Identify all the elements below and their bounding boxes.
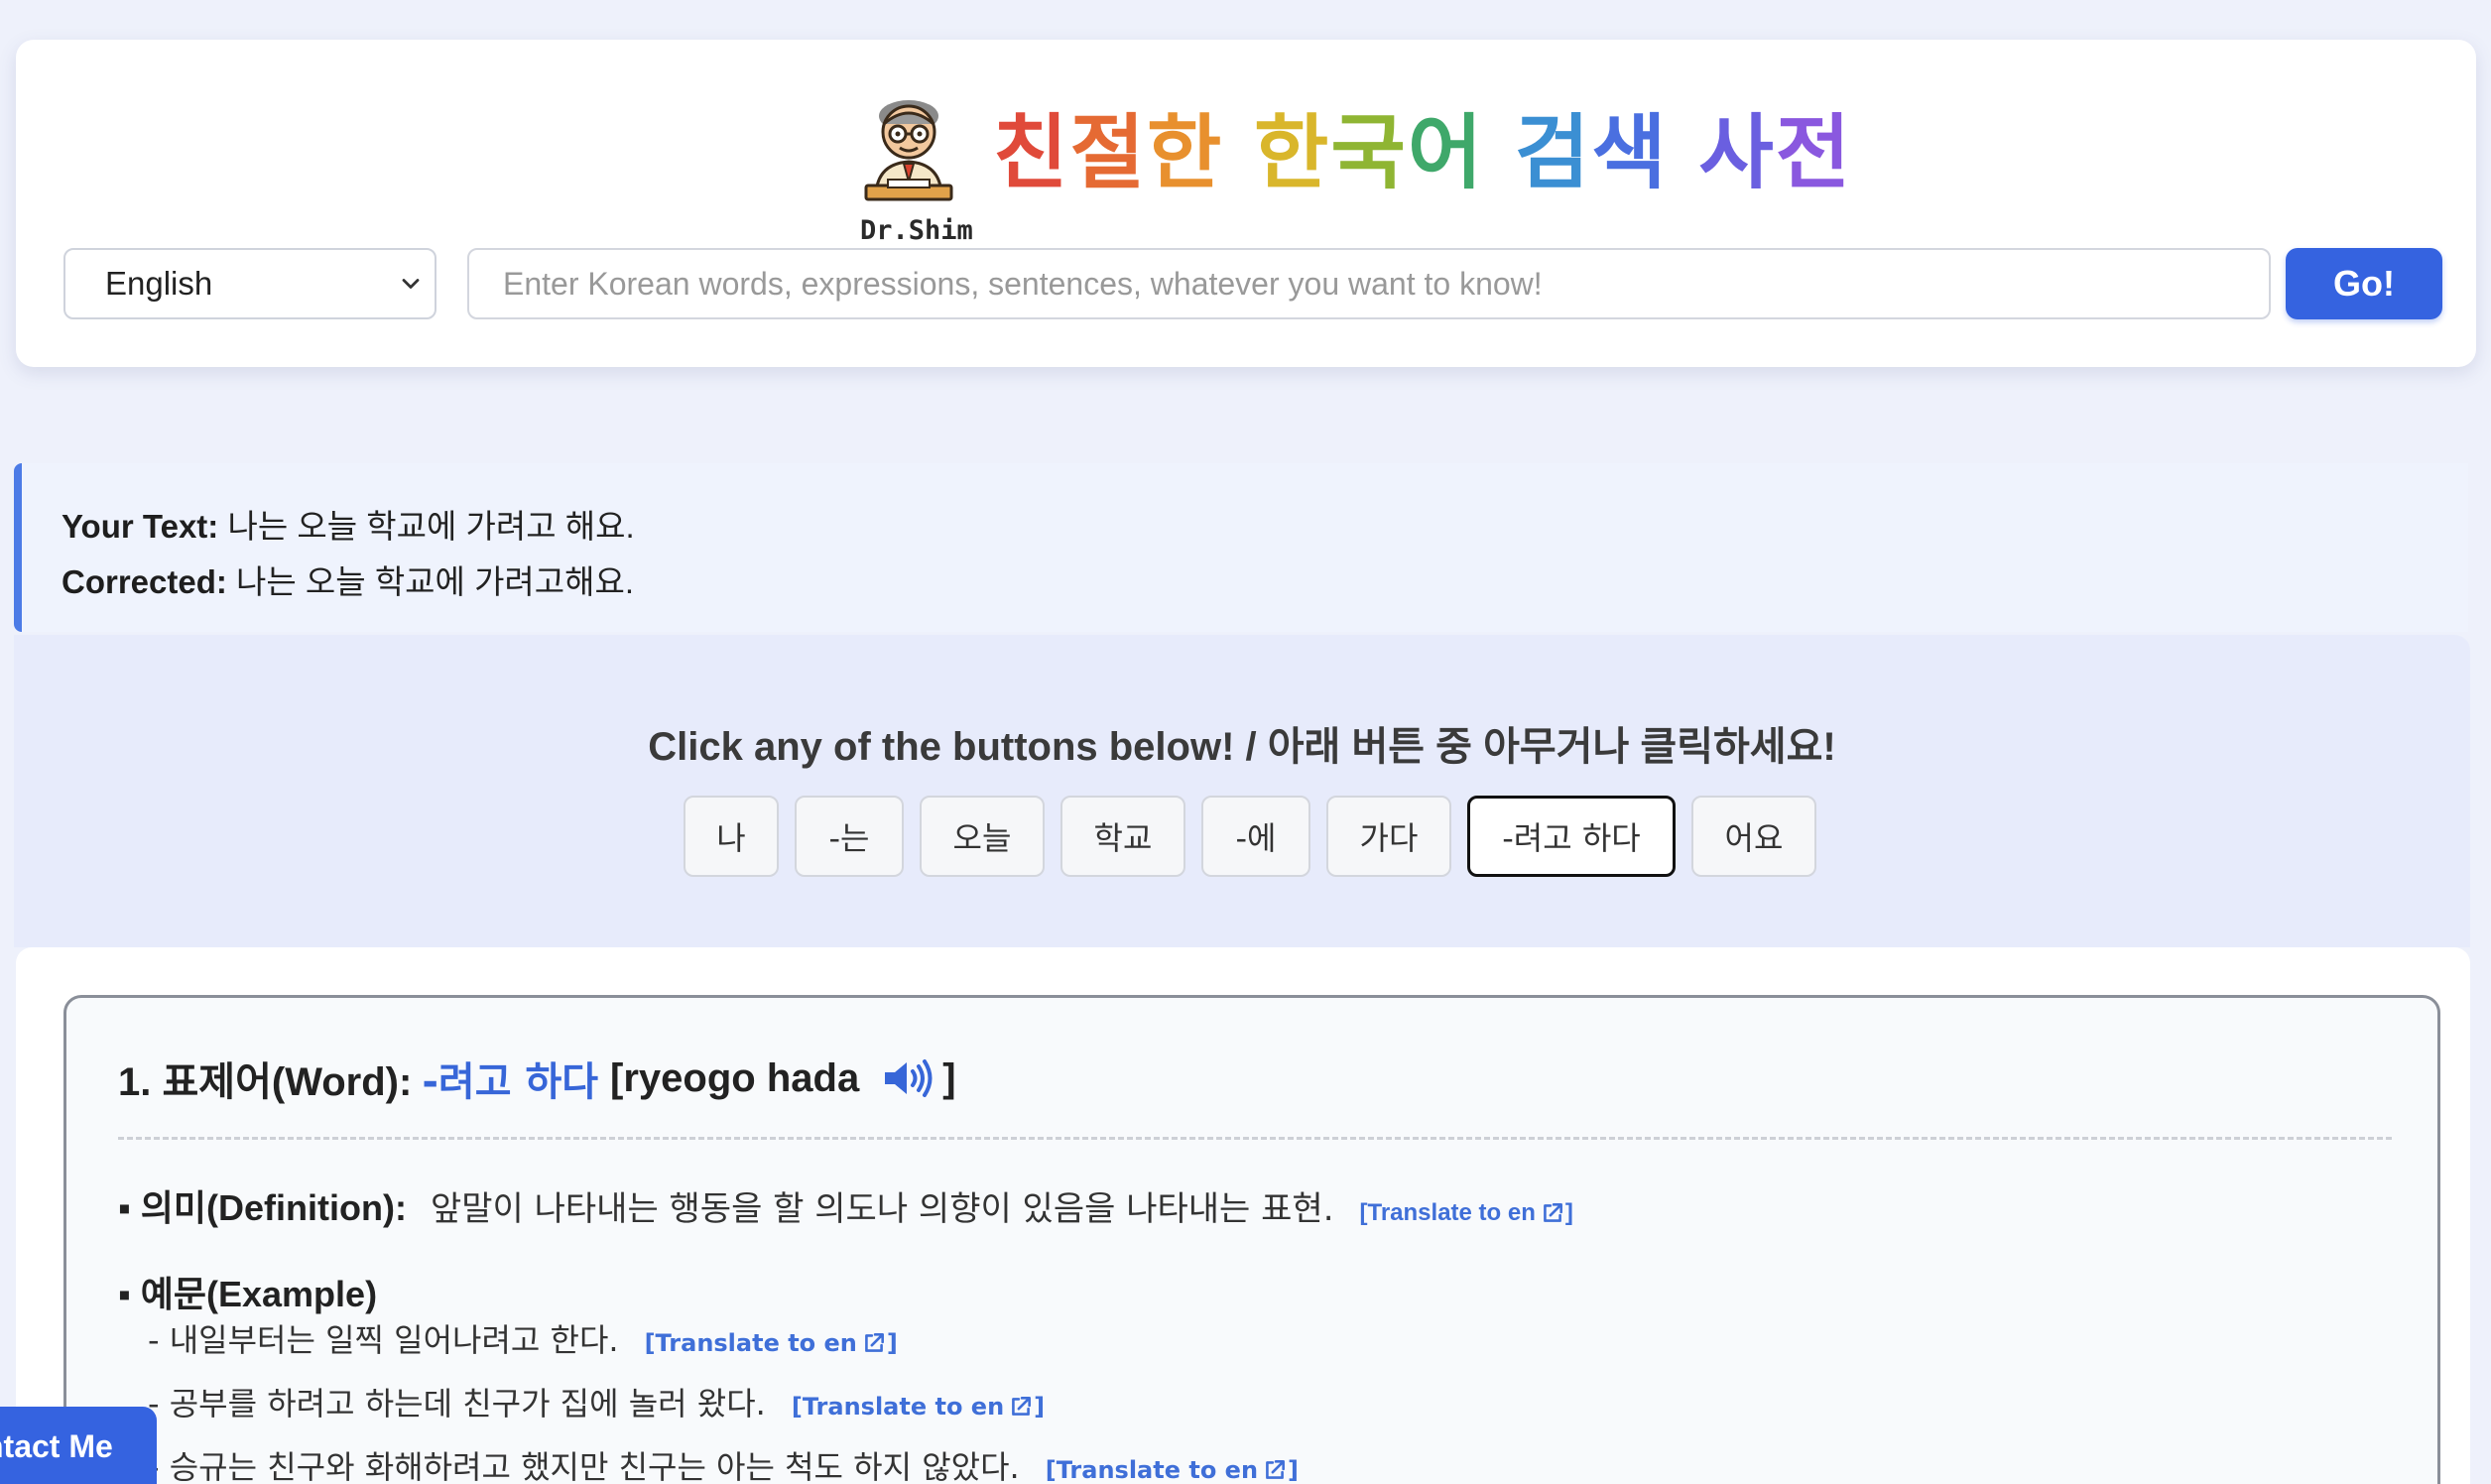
example-label: ▪ 예문(Example) <box>118 1274 378 1314</box>
translate-link[interactable]: [Translate to en ] <box>1046 1456 1299 1484</box>
external-link-icon <box>1266 1460 1285 1479</box>
headword-line: 1. 표제어(Word): -려고 하다 [ryeogo hada ] <box>118 1050 956 1107</box>
example-item: - 공부를 하려고 하는데 친구가 집에 놀러 왔다. [Translate t… <box>148 1385 1046 1422</box>
word-button[interactable]: 가다 <box>1326 796 1451 877</box>
translate-link[interactable]: [Translate to en ] <box>792 1393 1045 1421</box>
word-button[interactable]: 오늘 <box>920 796 1045 877</box>
example-item: - 승규는 친구와 화해하려고 했지만 친구는 아는 척도 하지 않았다. [T… <box>148 1448 1299 1484</box>
translate-link[interactable]: [Translate to en ] <box>645 1329 898 1357</box>
language-select-value: English <box>105 265 213 302</box>
word-button[interactable]: -는 <box>795 796 904 877</box>
contact-me-label: ntact Me <box>0 1428 113 1464</box>
word-number-label: 1. 표제어(Word): <box>118 1060 413 1104</box>
word-button-row: 나 -는 오늘 학교 -에 가다 -려고 하다 어요 <box>684 796 1816 877</box>
correction-box: Your Text: 나는 오늘 학교에 가려고 해요. Corrected: … <box>14 463 2468 632</box>
corrected-line: Corrected: 나는 오늘 학교에 가려고해요. <box>62 555 2468 610</box>
go-button[interactable]: Go! <box>2286 248 2442 319</box>
speaker-icon[interactable] <box>881 1058 936 1098</box>
word-button[interactable]: 학교 <box>1060 796 1185 877</box>
romanization-close: ] <box>942 1055 956 1100</box>
your-text-label: Your Text: <box>62 508 219 545</box>
divider <box>118 1137 2392 1140</box>
logo-text: Dr.Shim <box>860 215 973 246</box>
brand[interactable]: Dr.Shim 친절한 한국어 검색 사전 <box>854 94 1853 246</box>
romanization: [ryeogo hada <box>610 1055 860 1100</box>
site-title: 친절한 한국어 검색 사전 <box>993 106 1853 200</box>
definition-text: 앞말이 나타내는 행동을 할 의도나 의향이 있음을 나타내는 표현. <box>430 1189 1334 1229</box>
external-link-icon <box>1543 1203 1562 1222</box>
word-buttons-section: Click any of the buttons below! / 아래 버튼 … <box>14 635 2470 947</box>
word-button[interactable]: -에 <box>1201 796 1310 877</box>
definition-label: ▪ 의미(Definition): <box>118 1187 407 1228</box>
your-text-line: Your Text: 나는 오늘 학교에 가려고 해요. <box>62 499 2468 555</box>
header-card: Dr.Shim 친절한 한국어 검색 사전 English Enter Kore… <box>16 40 2476 367</box>
word-button[interactable]: 나 <box>684 796 779 877</box>
result-card: 1. 표제어(Word): -려고 하다 [ryeogo hada ] ▪ 의미… <box>63 995 2440 1484</box>
example-item: - 내일부터는 일찍 일어나려고 한다. [Translate to en ] <box>148 1321 898 1359</box>
external-link-icon <box>865 1333 884 1352</box>
contact-me-button[interactable]: ntact Me <box>0 1407 157 1484</box>
definition-line: ▪ 의미(Definition): 앞말이 나타내는 행동을 할 의도나 의향이… <box>118 1179 1573 1231</box>
your-text-value: 나는 오늘 학교에 가려고 해요. <box>227 508 635 545</box>
word-button[interactable]: 어요 <box>1691 796 1816 877</box>
headword: -려고 하다 <box>422 1059 599 1105</box>
dr-shim-logo-icon[interactable]: Dr.Shim <box>854 94 973 246</box>
search-placeholder: Enter Korean words, expressions, sentenc… <box>503 265 1543 302</box>
word-button-active[interactable]: -려고 하다 <box>1467 796 1676 877</box>
corrected-label: Corrected: <box>62 563 227 600</box>
language-select[interactable]: English <box>63 248 436 319</box>
corrected-value: 나는 오늘 학교에 가려고해요. <box>236 563 635 600</box>
translate-link[interactable]: [Translate to en ] <box>1360 1199 1573 1227</box>
search-input[interactable]: Enter Korean words, expressions, sentenc… <box>467 248 2271 319</box>
chevron-down-icon <box>402 279 420 289</box>
click-prompt: Click any of the buttons below! / 아래 버튼 … <box>648 725 1836 769</box>
external-link-icon <box>1012 1397 1032 1416</box>
